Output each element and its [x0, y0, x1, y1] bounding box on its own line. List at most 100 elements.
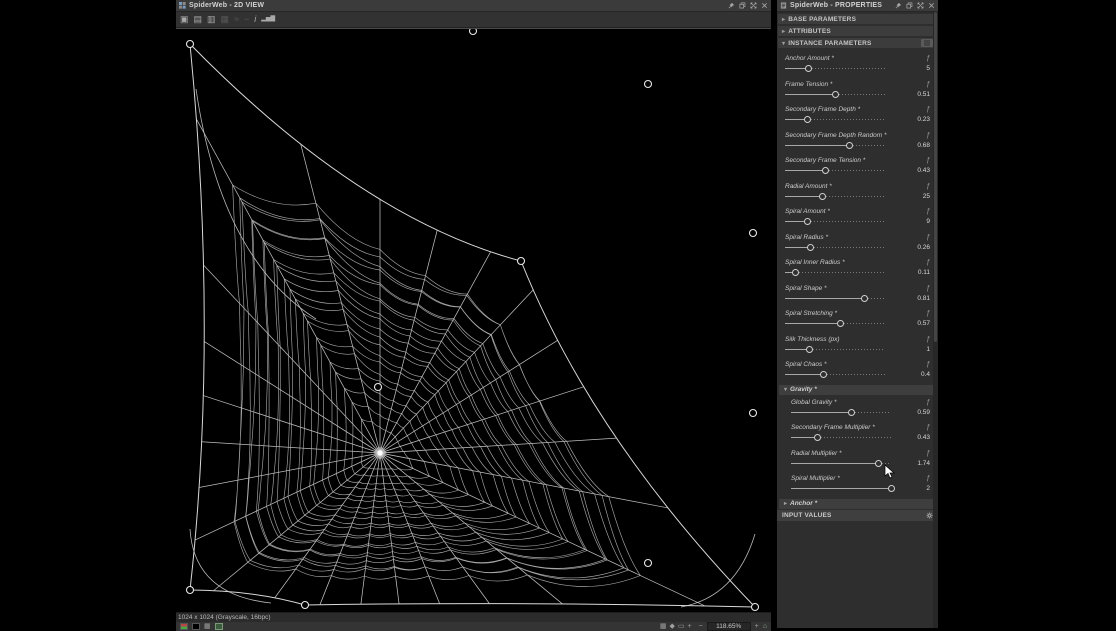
slider-handle[interactable] — [836, 320, 844, 327]
anchor-point[interactable] — [748, 228, 758, 238]
parameter-slider[interactable] — [791, 408, 891, 417]
slider-handle[interactable] — [821, 167, 829, 174]
anchor-point[interactable] — [185, 39, 195, 49]
subsection-gravity[interactable]: ▾ Gravity * — [779, 384, 936, 395]
anchor-point[interactable] — [516, 256, 526, 266]
anchor-point[interactable] — [185, 585, 195, 595]
parameter-slider[interactable] — [785, 115, 885, 124]
export-icon[interactable]: ▥ — [207, 13, 216, 26]
restore-icon[interactable] — [738, 2, 746, 10]
section-instance-parameters[interactable]: ▾ INSTANCE PARAMETERS — [778, 38, 937, 48]
2d-view-titlebar[interactable]: SpiderWeb - 2D VIEW — [176, 0, 771, 12]
close-icon[interactable] — [760, 2, 768, 10]
parameter-slider[interactable] — [785, 141, 885, 150]
slider-handle[interactable] — [803, 218, 811, 225]
function-icon[interactable]: ƒ — [926, 285, 930, 292]
2d-view-canvas[interactable] — [176, 28, 771, 612]
properties-titlebar[interactable]: SpiderWeb - PROPERTIES — [777, 0, 938, 12]
function-icon[interactable]: ƒ — [926, 106, 930, 113]
save-icon[interactable]: ▤ — [194, 13, 203, 26]
slider-handle[interactable] — [845, 141, 853, 149]
grid-toggle-icon[interactable]: ▦ — [660, 623, 667, 630]
anchor-point[interactable] — [750, 602, 760, 612]
transform-icon[interactable]: ◆ — [669, 623, 674, 630]
function-icon[interactable]: ƒ — [926, 208, 930, 215]
anchor-point[interactable] — [643, 558, 653, 568]
slider-handle[interactable] — [804, 65, 812, 72]
gear-icon[interactable] — [926, 511, 933, 519]
function-icon[interactable]: ƒ — [926, 234, 930, 241]
pin-icon[interactable] — [727, 2, 735, 10]
parameter-slider[interactable] — [785, 345, 885, 354]
anchor-point[interactable] — [643, 79, 653, 89]
fit-view-icon[interactable]: ⌂ — [763, 622, 767, 631]
restore-icon[interactable] — [905, 2, 913, 10]
anchor-point[interactable] — [300, 600, 310, 610]
parameter-slider[interactable] — [785, 370, 885, 379]
section-attributes[interactable]: ▸ ATTRIBUTES — [778, 26, 937, 36]
preview-icon[interactable] — [214, 623, 223, 630]
parameter-slider[interactable] — [785, 64, 885, 73]
frame-icon[interactable]: ▭ — [678, 623, 685, 630]
section-base-parameters[interactable]: ▸ BASE PARAMETERS — [778, 14, 937, 24]
histogram-icon[interactable]: ▂▅▇ — [261, 13, 275, 26]
parameters-menu-icon[interactable] — [921, 39, 933, 47]
function-icon[interactable]: ƒ — [926, 183, 930, 190]
parameter-slider[interactable] — [791, 484, 895, 493]
function-icon[interactable]: ƒ — [926, 424, 930, 431]
channels-icon[interactable] — [180, 623, 188, 630]
subsection-anchor[interactable]: ▸ Anchor * — [779, 498, 936, 509]
function-icon[interactable]: ƒ — [926, 55, 930, 62]
parameter-slider[interactable] — [785, 166, 885, 175]
parameter-slider[interactable] — [785, 319, 885, 328]
slider-handle[interactable] — [805, 345, 813, 353]
close-icon[interactable] — [927, 2, 935, 10]
slider-handle[interactable] — [887, 485, 895, 492]
info-icon[interactable]: i — [254, 13, 256, 26]
slider-handle[interactable] — [806, 243, 814, 251]
slider-handle[interactable] — [874, 459, 882, 467]
function-icon[interactable]: ƒ — [926, 399, 930, 406]
function-icon[interactable]: ƒ — [926, 132, 930, 139]
pin-icon[interactable] — [894, 2, 902, 10]
parameter-value: 0.23 — [917, 116, 930, 123]
function-icon[interactable]: ƒ — [926, 336, 930, 343]
function-icon[interactable]: ƒ — [926, 450, 930, 457]
zoom-out-button[interactable]: − — [699, 622, 703, 631]
slider-handle[interactable] — [803, 116, 811, 123]
parameter-slider[interactable] — [785, 268, 885, 277]
parameter-slider[interactable] — [791, 433, 891, 442]
undock-icon[interactable] — [749, 2, 757, 10]
slider-handle[interactable] — [860, 294, 868, 302]
anchor-point[interactable] — [748, 408, 758, 418]
anchor-point[interactable] — [373, 382, 383, 392]
duplicate-icon[interactable]: ▣ — [180, 13, 189, 26]
parameter-slider[interactable] — [785, 192, 885, 201]
slider-handle[interactable] — [791, 269, 799, 276]
zoom-in-button[interactable]: + — [755, 622, 759, 631]
background-color-swatch[interactable] — [192, 623, 200, 630]
checker-icon[interactable]: ▦ — [204, 622, 211, 631]
slider-handle[interactable] — [831, 90, 839, 98]
parameter-slider[interactable] — [785, 243, 885, 252]
undock-icon[interactable] — [916, 2, 924, 10]
anchor-point[interactable] — [468, 29, 478, 36]
function-icon[interactable]: ƒ — [926, 475, 930, 482]
function-icon[interactable]: ƒ — [926, 157, 930, 164]
properties-scrollbar[interactable] — [933, 12, 938, 628]
crosshair-icon[interactable]: + — [687, 623, 691, 630]
slider-handle[interactable] — [819, 371, 827, 378]
parameter-slider[interactable] — [785, 294, 885, 303]
function-icon[interactable]: ƒ — [926, 361, 930, 368]
zoom-level-field[interactable]: 118.65% — [706, 622, 751, 631]
function-icon[interactable]: ƒ — [926, 310, 930, 317]
function-icon[interactable]: ƒ — [926, 259, 930, 266]
slider-handle[interactable] — [813, 434, 821, 441]
parameter-slider[interactable] — [785, 90, 885, 99]
parameter-slider[interactable] — [785, 217, 885, 226]
slider-handle[interactable] — [818, 192, 826, 200]
slider-handle[interactable] — [847, 408, 855, 416]
section-input-values[interactable]: INPUT VALUES — [777, 509, 938, 521]
parameter-slider[interactable] — [791, 459, 891, 468]
function-icon[interactable]: ƒ — [926, 81, 930, 88]
